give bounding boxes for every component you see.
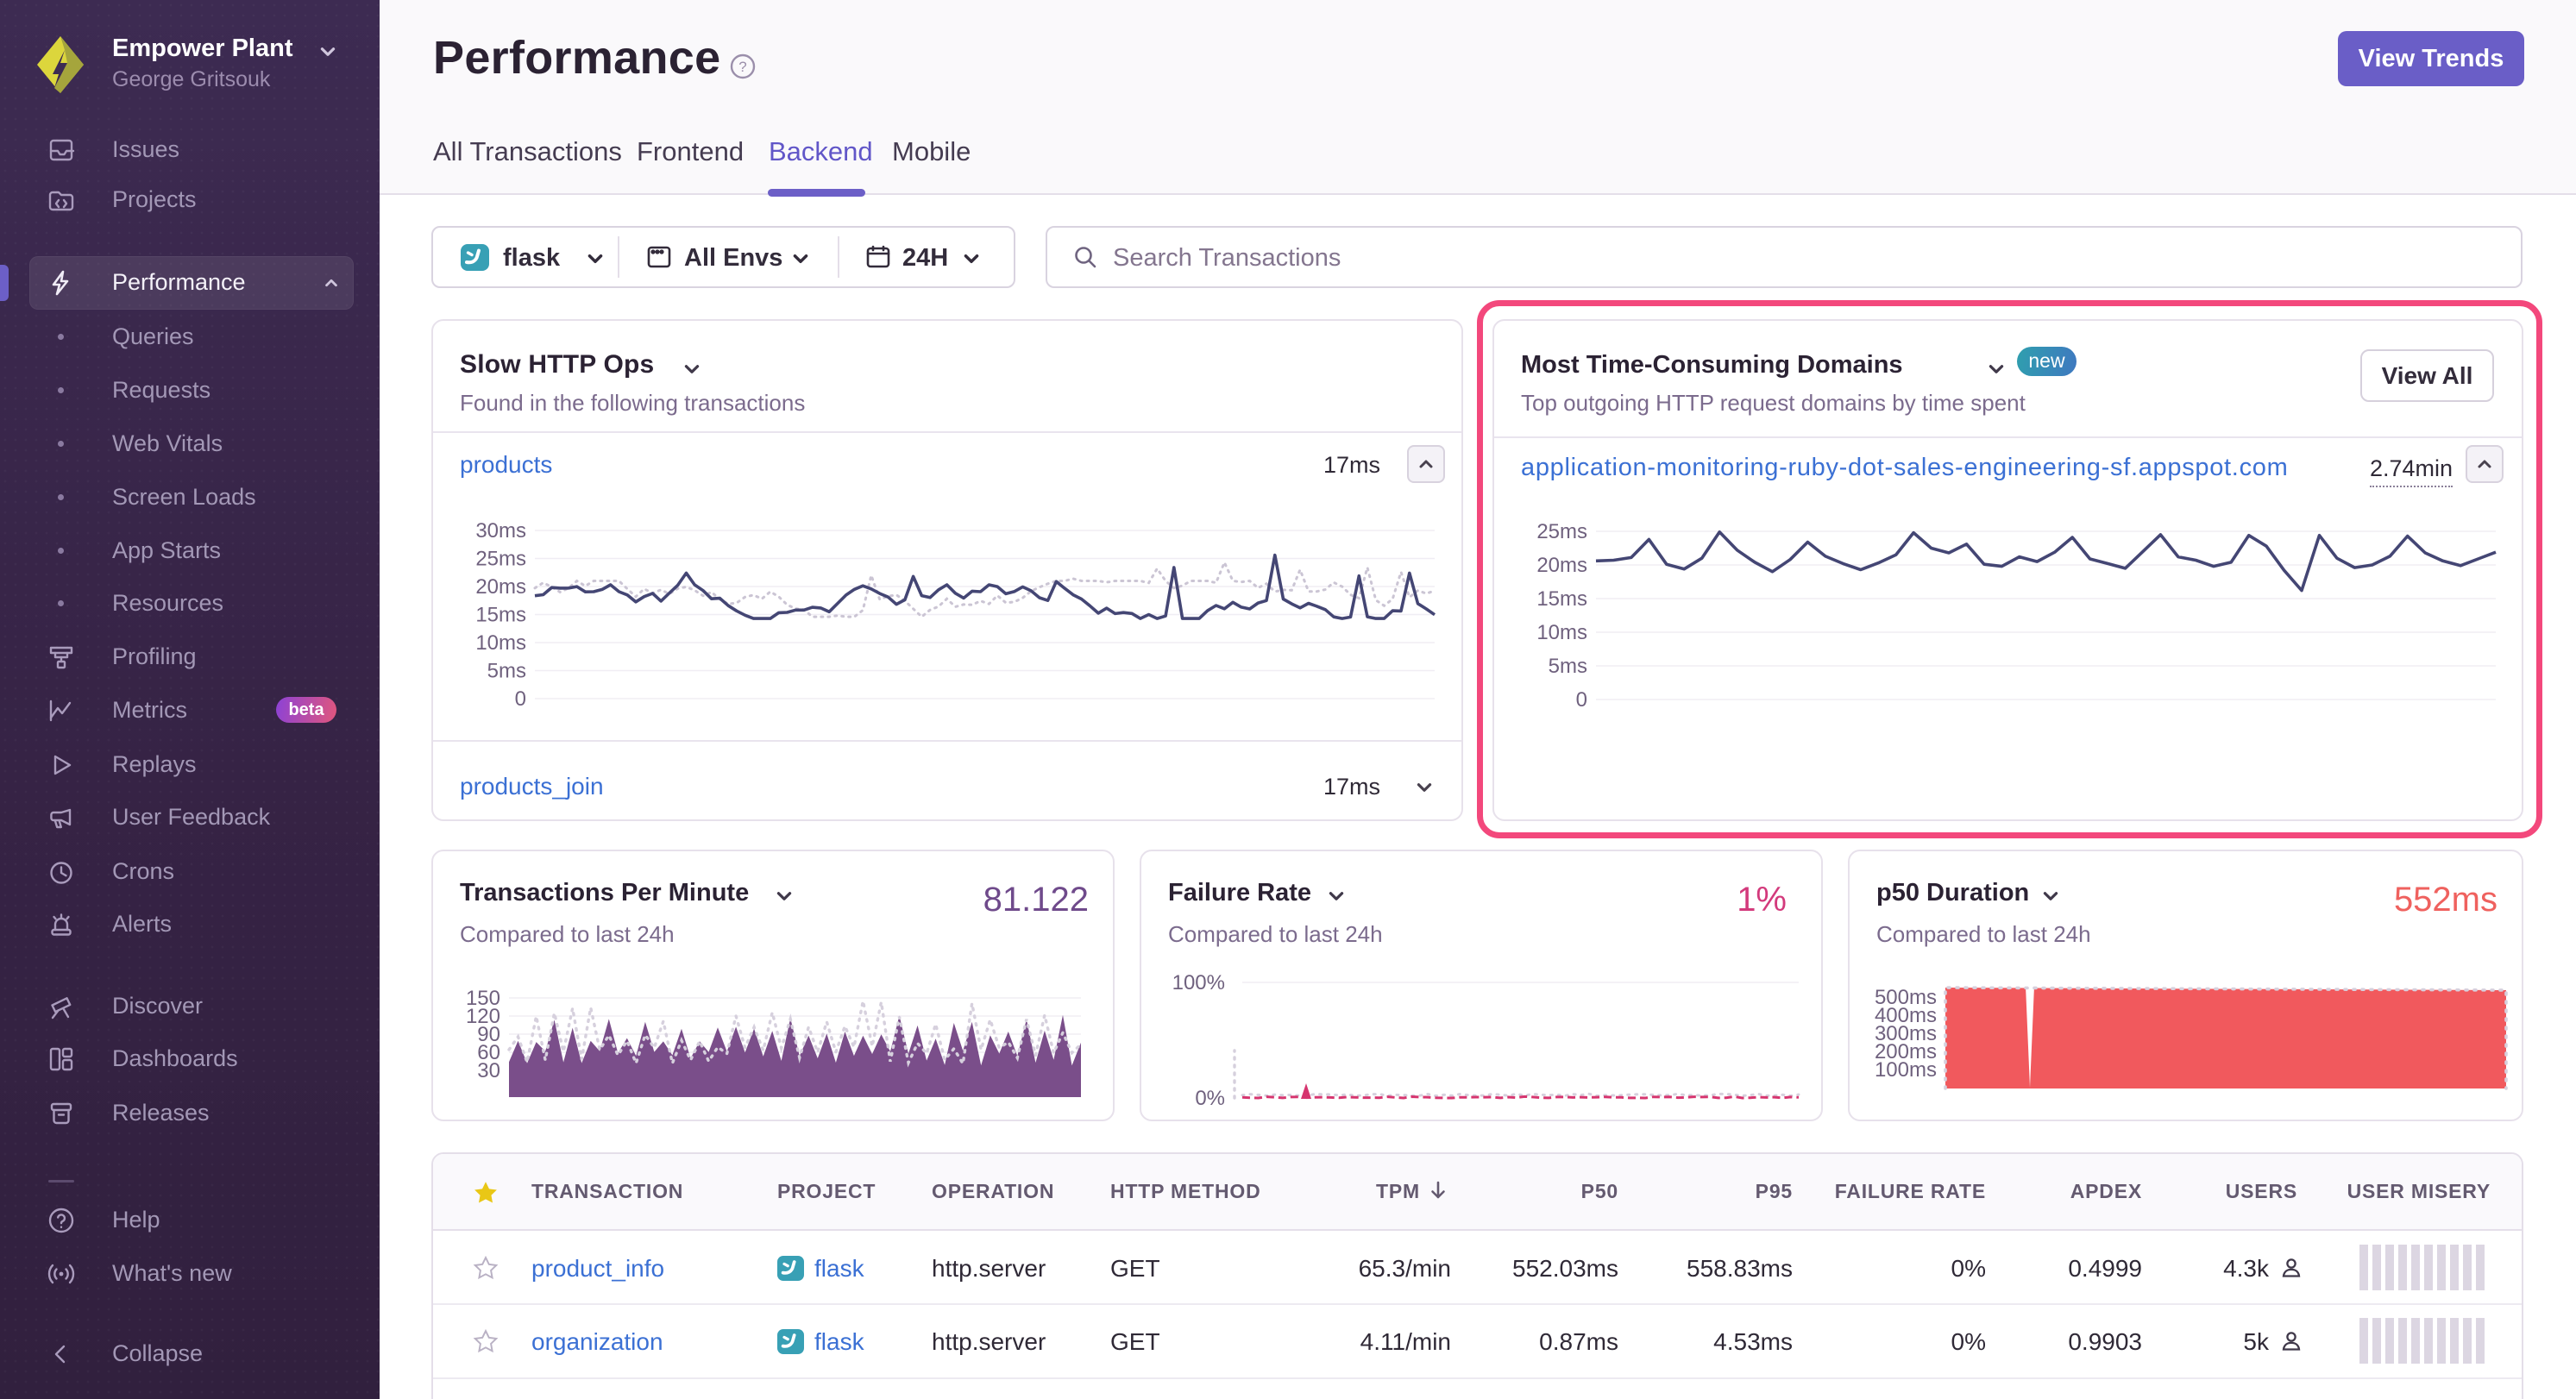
svg-text:10ms: 10ms: [475, 631, 526, 655]
svg-text:100ms: 100ms: [1875, 1058, 1937, 1082]
svg-text:30ms: 30ms: [475, 519, 526, 543]
svg-text:0: 0: [515, 687, 526, 711]
svg-text:?: ?: [738, 59, 746, 75]
svg-text:0: 0: [1576, 688, 1587, 712]
svg-text:100%: 100%: [1172, 971, 1225, 994]
svg-text:20ms: 20ms: [475, 575, 526, 599]
svg-text:25ms: 25ms: [1536, 520, 1587, 543]
svg-text:10ms: 10ms: [1536, 621, 1587, 644]
svg-text:5ms: 5ms: [1549, 655, 1587, 678]
svg-text:0%: 0%: [1195, 1087, 1225, 1110]
svg-text:15ms: 15ms: [475, 604, 526, 627]
svg-text:5ms: 5ms: [487, 660, 526, 683]
svg-text:15ms: 15ms: [1536, 587, 1587, 611]
svg-text:25ms: 25ms: [475, 548, 526, 571]
svg-text:20ms: 20ms: [1536, 554, 1587, 577]
svg-text:30: 30: [477, 1059, 500, 1082]
